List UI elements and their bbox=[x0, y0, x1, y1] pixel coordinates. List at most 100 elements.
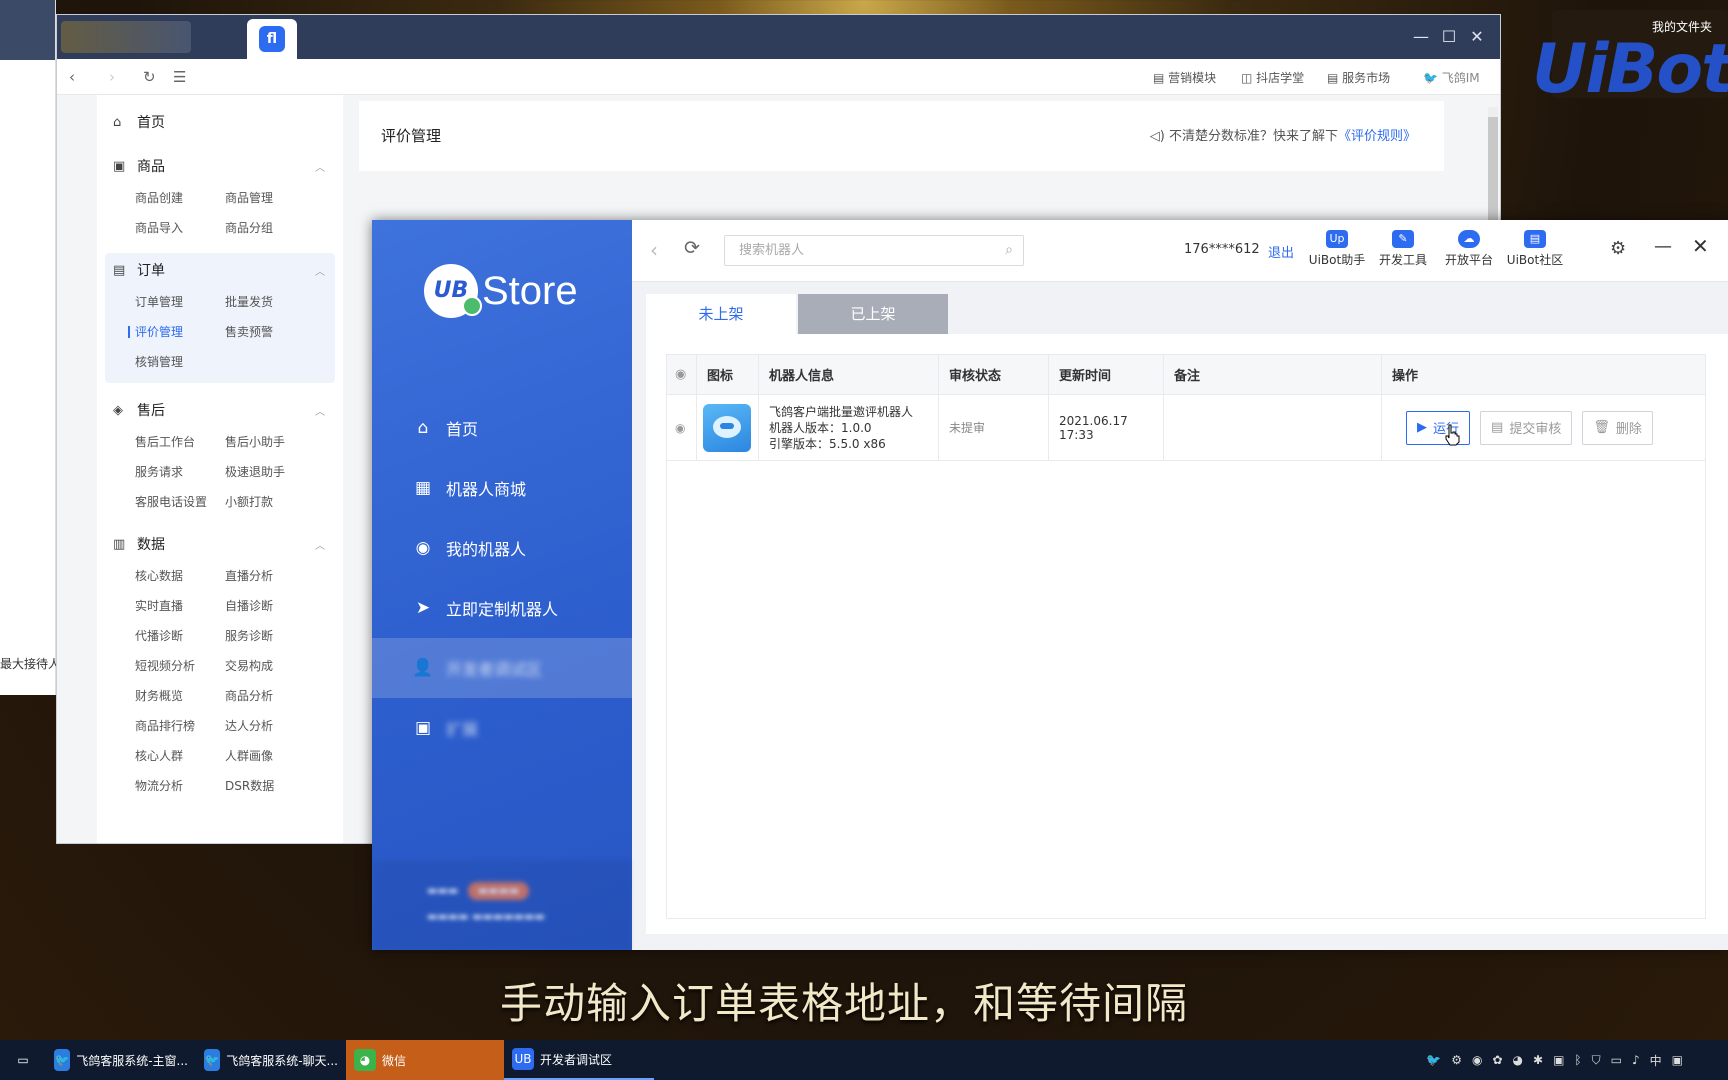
sidebar-item[interactable]: 服务诊断 bbox=[225, 621, 315, 651]
sidebar-item[interactable]: 实时直播 bbox=[135, 591, 225, 621]
taskbar-item-feige-chat[interactable]: 🐦 飞鸽客服系统-聊天... bbox=[196, 1040, 346, 1080]
eye-icon[interactable]: ◉ bbox=[667, 355, 697, 394]
taskbar-item-wechat[interactable]: ◕ 微信 bbox=[346, 1040, 504, 1080]
sidebar-item[interactable]: 商品排行榜 bbox=[135, 711, 225, 741]
tray-icon[interactable]: 🐦 bbox=[1426, 1053, 1441, 1067]
tray-icon[interactable]: ⚙ bbox=[1451, 1053, 1462, 1067]
delete-button[interactable]: 🗑 删除 bbox=[1582, 410, 1653, 445]
sidebar-item[interactable]: 商品管理 bbox=[225, 183, 315, 213]
run-button[interactable]: ▶ 运行 bbox=[1406, 410, 1471, 445]
sidebar-item[interactable]: 核销管理 bbox=[135, 347, 225, 377]
sidebar-home[interactable]: ⌂ 首页 bbox=[105, 105, 335, 139]
sidebar-aftersale[interactable]: ◈ 售后 ︿ bbox=[105, 393, 335, 427]
sidebar-item[interactable]: 代播诊断 bbox=[135, 621, 225, 651]
sidebar-item[interactable]: 客服电话设置 bbox=[135, 487, 225, 517]
tab-unlisted[interactable]: 未上架 bbox=[646, 294, 796, 334]
toolbar-market[interactable]: ▤ 服务市场 bbox=[1327, 69, 1390, 86]
maximize-icon[interactable]: ☐ bbox=[1437, 27, 1461, 46]
network-icon[interactable]: ▭ bbox=[1611, 1053, 1622, 1067]
sidebar-item[interactable]: 售卖预警 bbox=[225, 317, 315, 347]
header-actions: 操作 bbox=[1392, 369, 1419, 384]
sidebar-item[interactable]: 核心数据 bbox=[135, 561, 225, 591]
forward-icon[interactable]: › bbox=[109, 68, 115, 86]
taskbar-item-debug[interactable]: UB 开发者调试区 bbox=[504, 1040, 654, 1080]
tray-icon[interactable]: ▣ bbox=[1553, 1053, 1564, 1067]
store-footer-blurred: ▬▬▬ ▬▬▬▬ ▬▬▬▬ ▬▬▬▬▬▬▬ bbox=[372, 860, 632, 950]
gear-icon[interactable]: ⚙ bbox=[1610, 238, 1626, 259]
store-nav-debug[interactable]: 👤 开发者调试区 bbox=[372, 638, 632, 698]
store-nav-my-robots[interactable]: ◉ 我的机器人 bbox=[372, 518, 632, 578]
tray-icon[interactable]: ✱ bbox=[1533, 1053, 1543, 1067]
tab-listed[interactable]: 已上架 bbox=[798, 294, 948, 334]
robot-table: ◉ 图标 机器人信息 审核状态 更新时间 备注 操作 ◉ 飞鸽客户端批量邀评机器… bbox=[666, 354, 1706, 919]
sidebar-item[interactable]: 服务请求 bbox=[135, 457, 225, 487]
refresh-icon[interactable]: ↻ bbox=[143, 68, 156, 86]
rule-link[interactable]: 《评价规则》 bbox=[1338, 129, 1416, 144]
tool-dev-tools[interactable]: ✎ 开发工具 bbox=[1370, 230, 1436, 268]
toolbar-marketing[interactable]: ▤ 营销模块 bbox=[1153, 69, 1216, 86]
store-nav-mall[interactable]: ▦ 机器人商城 bbox=[372, 458, 632, 518]
sidebar-item[interactable]: 商品分析 bbox=[225, 681, 315, 711]
sidebar-item[interactable]: DSR数据 bbox=[225, 771, 315, 801]
app-tab[interactable]: fl bbox=[247, 19, 297, 59]
eye-icon[interactable]: ◉ bbox=[667, 395, 697, 460]
volume-icon[interactable]: ♪ bbox=[1632, 1053, 1640, 1067]
sidebar-item-active[interactable]: 评价管理 bbox=[128, 317, 225, 347]
bluetooth-icon[interactable]: ᛒ bbox=[1574, 1053, 1581, 1067]
sidebar-item[interactable]: 批量发货 bbox=[225, 287, 315, 317]
toolbar-im[interactable]: 🐦 飞鸽IM bbox=[1423, 69, 1480, 86]
refresh-icon[interactable]: ⟳ bbox=[684, 237, 700, 259]
sidebar-item[interactable]: 人群画像 bbox=[225, 741, 315, 771]
sidebar-item[interactable]: 订单管理 bbox=[135, 287, 225, 317]
sidebar-item[interactable]: 小额打款 bbox=[225, 487, 315, 517]
sidebar-item[interactable]: 自播诊断 bbox=[225, 591, 315, 621]
app-tray-icon[interactable]: ▣ bbox=[1672, 1053, 1683, 1067]
toolbar-school[interactable]: ◫ 抖店学堂 bbox=[1241, 69, 1304, 86]
sidebar-item[interactable]: 直播分析 bbox=[225, 561, 315, 591]
sidebar-goods[interactable]: ▣ 商品 ︿ bbox=[105, 149, 335, 183]
sidebar-item[interactable]: 极速退助手 bbox=[225, 457, 315, 487]
back-icon[interactable]: ‹ bbox=[69, 68, 75, 86]
uibot-icon: UB bbox=[512, 1048, 534, 1070]
sidebar-item[interactable]: 商品创建 bbox=[135, 183, 225, 213]
sidebar-item[interactable]: 售后工作台 bbox=[135, 427, 225, 457]
tray-icon[interactable]: ◉ bbox=[1472, 1053, 1482, 1067]
task-view-icon[interactable]: ▭ bbox=[0, 1040, 46, 1080]
tool-open-platform[interactable]: ☁ 开放平台 bbox=[1436, 230, 1502, 268]
back-icon[interactable]: ‹ bbox=[650, 238, 658, 262]
tray-icon[interactable]: ◕ bbox=[1513, 1053, 1523, 1067]
close-icon[interactable]: ✕ bbox=[1692, 234, 1709, 258]
tool-uibot-assistant[interactable]: Up UiBot助手 bbox=[1304, 230, 1370, 268]
tool-community[interactable]: ▤ UiBot社区 bbox=[1502, 230, 1568, 268]
sidebar-item[interactable]: 售后小助手 bbox=[225, 427, 315, 457]
sidebar-orders[interactable]: ▤ 订单 ︿ bbox=[105, 253, 335, 287]
store-nav-custom[interactable]: ➤ 立即定制机器人 bbox=[372, 578, 632, 638]
search-input[interactable] bbox=[725, 236, 975, 265]
minimize-icon[interactable]: — bbox=[1654, 236, 1672, 257]
sidebar-item[interactable]: 物流分析 bbox=[135, 771, 225, 801]
feige-bird-icon: 🐦 bbox=[204, 1049, 221, 1071]
ime-indicator[interactable]: 中 bbox=[1650, 1052, 1662, 1069]
store-nav-home[interactable]: ⌂ 首页 bbox=[372, 398, 632, 458]
sidebar-item[interactable]: 短视频分析 bbox=[135, 651, 225, 681]
sidebar-item[interactable]: 核心人群 bbox=[135, 741, 225, 771]
taskbar-item-feige-main[interactable]: 🐦 飞鸽客服系统-主窗... bbox=[46, 1040, 196, 1080]
review-status: 未提审 bbox=[939, 395, 1049, 460]
logout-link[interactable]: 退出 bbox=[1268, 242, 1294, 261]
sidebar-item[interactable]: 财务概览 bbox=[135, 681, 225, 711]
search-icon[interactable]: ⌕ bbox=[1005, 242, 1013, 258]
sidebar-item[interactable]: 商品分组 bbox=[225, 213, 315, 243]
search-menu-icon[interactable]: ☰ bbox=[173, 68, 186, 86]
shield-icon[interactable]: ⛉ bbox=[1592, 1053, 1601, 1068]
updated-time: 2021.06.17 17:33 bbox=[1049, 395, 1164, 460]
chevron-up-icon: ︿ bbox=[315, 540, 325, 552]
sidebar-item[interactable]: 交易构成 bbox=[225, 651, 315, 681]
sidebar-data[interactable]: ▥ 数据 ︿ bbox=[105, 527, 335, 561]
sidebar-item[interactable]: 商品导入 bbox=[135, 213, 225, 243]
submit-review-button[interactable]: ▤ 提交审核 bbox=[1480, 410, 1573, 445]
store-nav-extension[interactable]: ▣ 扩展 bbox=[372, 698, 632, 758]
minimize-icon[interactable]: — bbox=[1409, 27, 1433, 46]
sidebar-item[interactable]: 达人分析 bbox=[225, 711, 315, 741]
tray-icon[interactable]: ✿ bbox=[1492, 1053, 1502, 1067]
close-icon[interactable]: ✕ bbox=[1465, 27, 1489, 46]
